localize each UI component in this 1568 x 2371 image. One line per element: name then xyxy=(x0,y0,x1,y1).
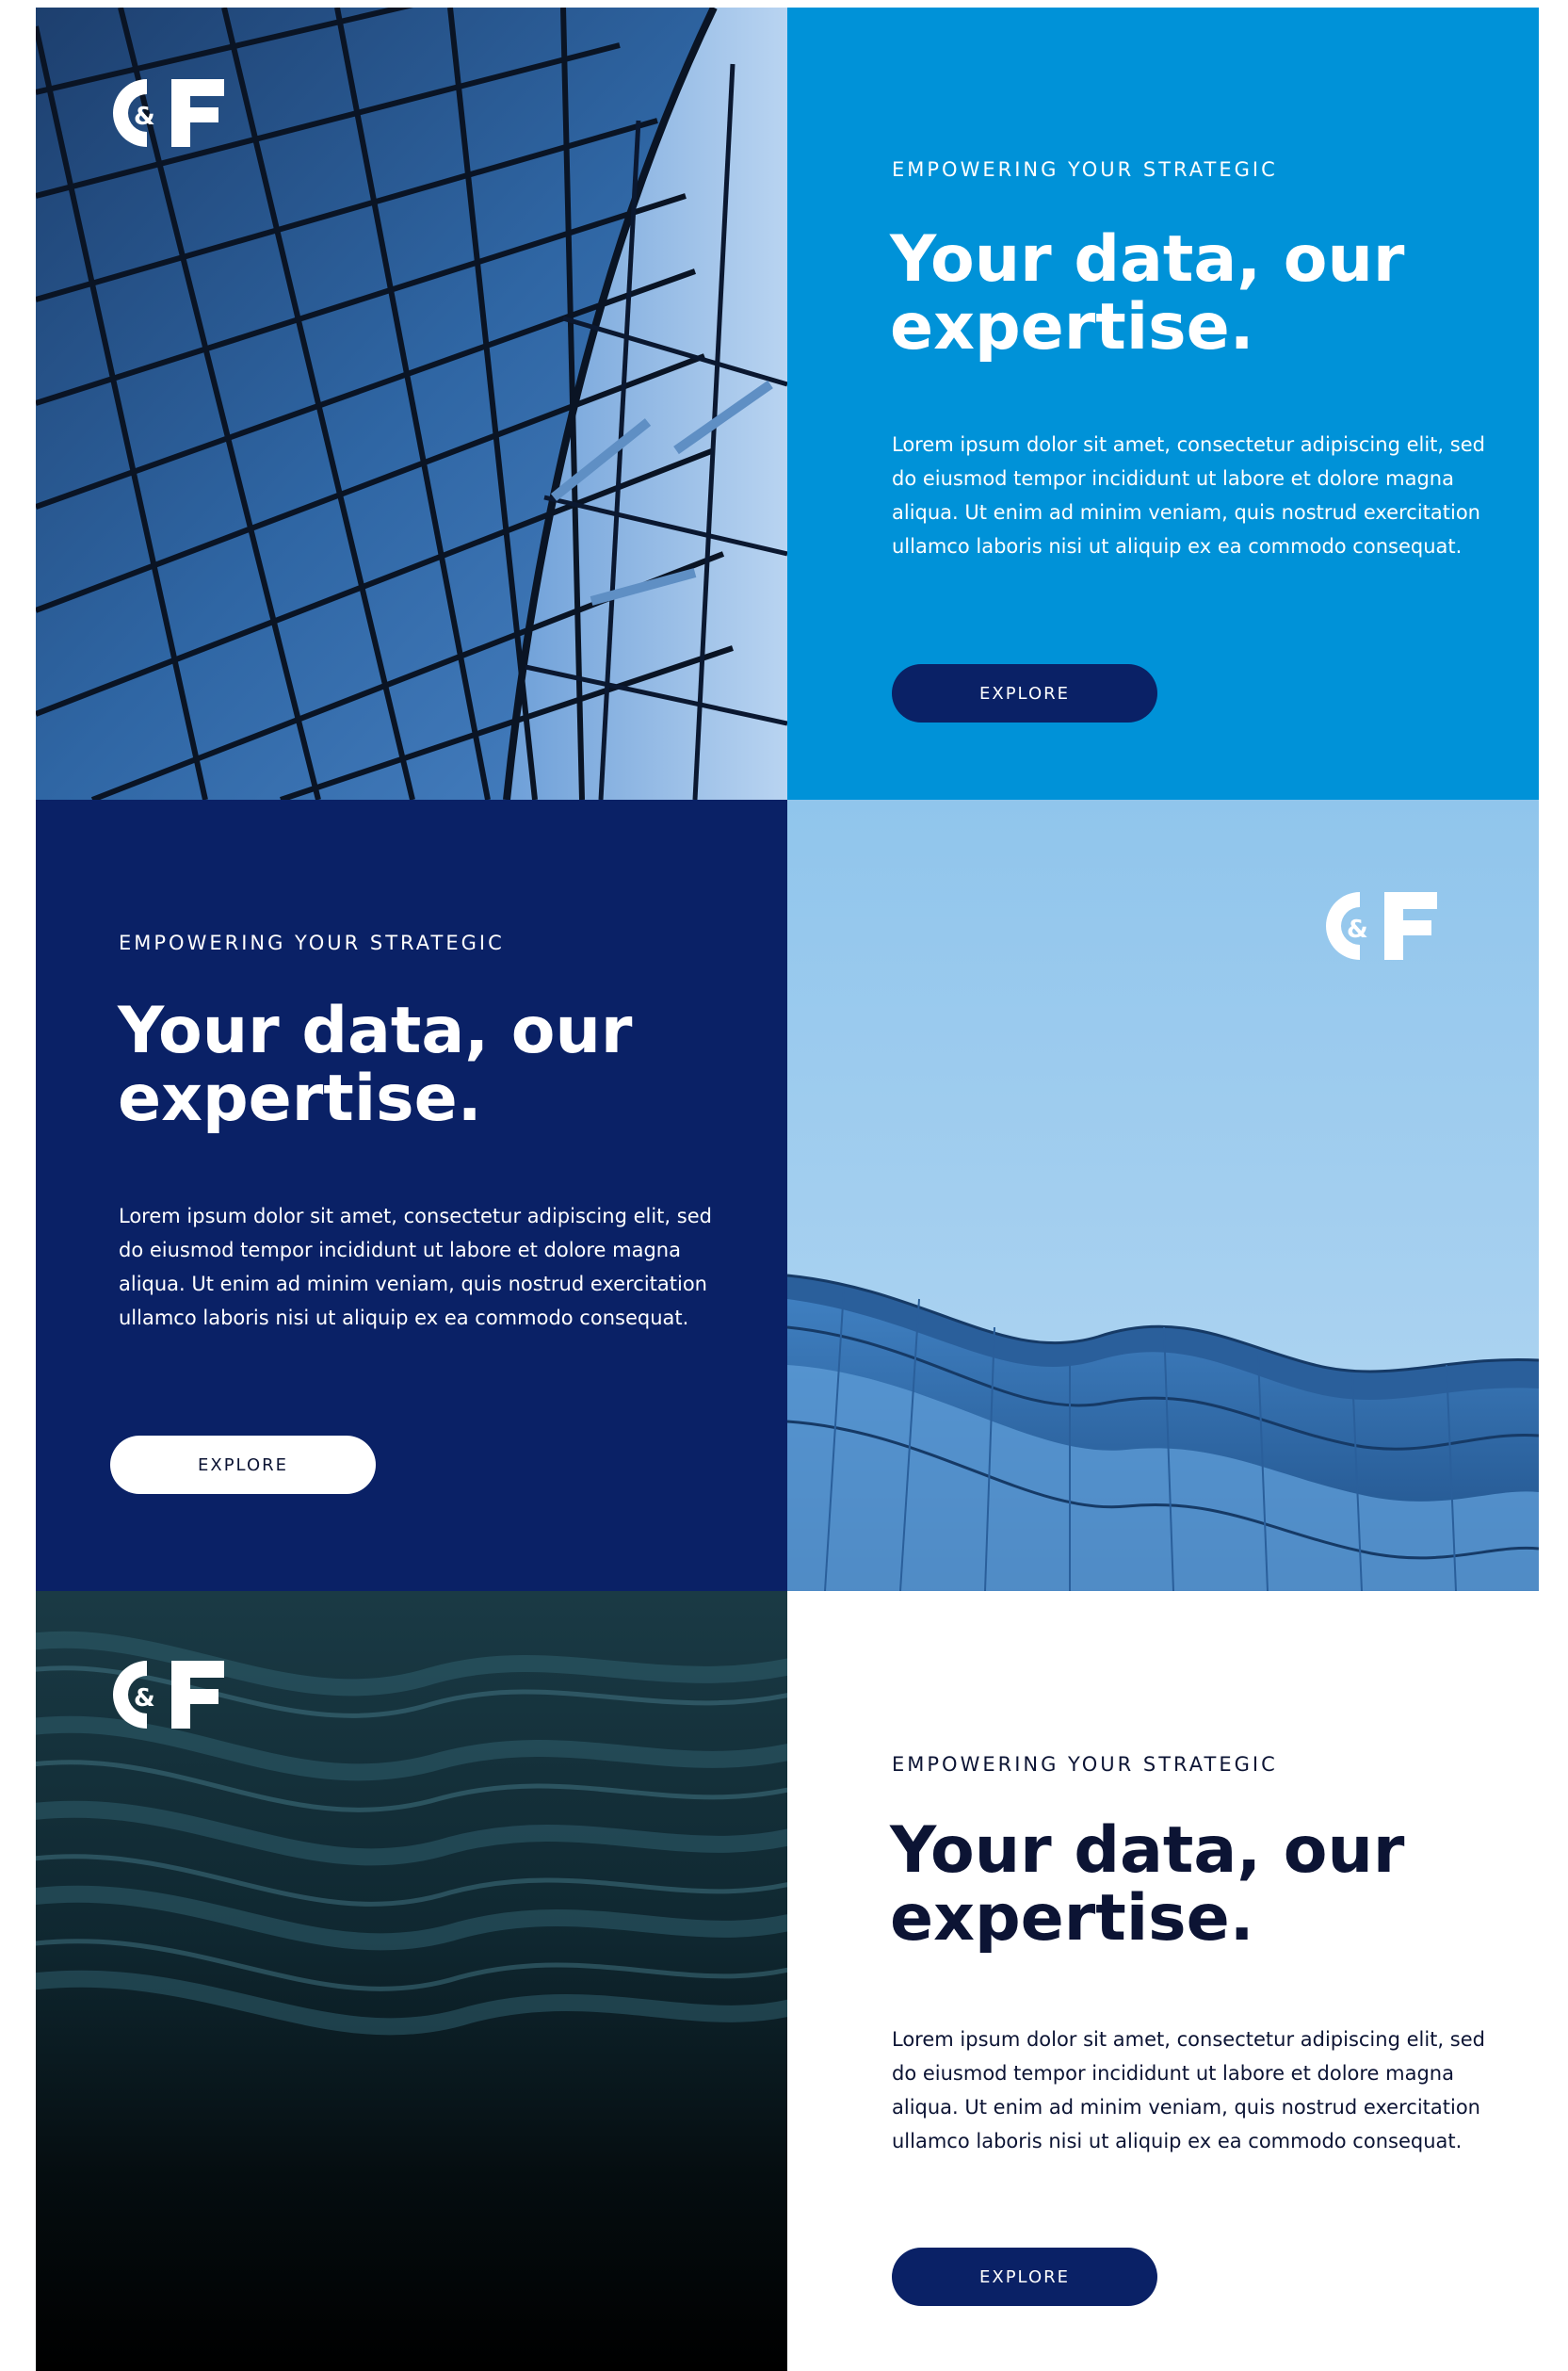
headline: Your data, our expertise. xyxy=(890,1817,1493,1953)
cf-logo-icon: & xyxy=(1326,892,1437,960)
headline: Your data, our expertise. xyxy=(890,226,1493,362)
headline-line-2: expertise. xyxy=(118,1062,482,1136)
brand-logo: & xyxy=(109,75,226,151)
hero-panel-2: EMPOWERING YOUR STRATEGIC Your data, our… xyxy=(36,800,787,1591)
glass-roof-photo: & xyxy=(36,8,787,800)
row-3: & EMPOWERING YOUR STRATEGIC Your data, o… xyxy=(36,1591,1539,2371)
cf-logo-icon: & xyxy=(113,1661,224,1729)
headline-line-2: expertise. xyxy=(890,290,1254,365)
dark-rope-photo: & xyxy=(36,1591,787,2371)
headline: Your data, our expertise. xyxy=(118,998,720,1133)
cf-logo-icon: & xyxy=(113,79,224,147)
svg-text:&: & xyxy=(134,103,155,131)
explore-button[interactable]: EXPLORE xyxy=(892,664,1157,723)
explore-button[interactable]: EXPLORE xyxy=(892,2248,1157,2306)
eyebrow-text: EMPOWERING YOUR STRATEGIC xyxy=(119,932,505,954)
eyebrow-text: EMPOWERING YOUR STRATEGIC xyxy=(892,158,1278,181)
brand-logo: & xyxy=(109,1657,226,1732)
headline-line-1: Your data, our xyxy=(890,222,1405,297)
wavy-building-photo: & xyxy=(787,800,1539,1591)
headline-line-1: Your data, our xyxy=(118,994,633,1068)
body-copy: Lorem ipsum dolor sit amet, consectetur … xyxy=(892,433,1485,558)
hero-panel-3: EMPOWERING YOUR STRATEGIC Your data, our… xyxy=(787,1591,1539,2371)
explore-button[interactable]: EXPLORE xyxy=(110,1436,376,1494)
headline-line-1: Your data, our xyxy=(890,1813,1405,1888)
row-2: EMPOWERING YOUR STRATEGIC Your data, our… xyxy=(36,800,1539,1591)
body-copy: Lorem ipsum dolor sit amet, consectetur … xyxy=(892,2028,1485,2152)
hero-panel-1: EMPOWERING YOUR STRATEGIC Your data, our… xyxy=(787,8,1539,800)
body-copy: Lorem ipsum dolor sit amet, consectetur … xyxy=(119,1205,712,1329)
page: & EMPOWERING YOUR STRATEGIC Your data, o… xyxy=(36,8,1539,2371)
svg-text:&: & xyxy=(134,1684,155,1713)
svg-text:&: & xyxy=(1347,916,1368,944)
eyebrow-text: EMPOWERING YOUR STRATEGIC xyxy=(892,1753,1278,1776)
headline-line-2: expertise. xyxy=(890,1881,1254,1956)
row-1: & EMPOWERING YOUR STRATEGIC Your data, o… xyxy=(36,8,1539,800)
brand-logo: & xyxy=(1322,888,1439,964)
